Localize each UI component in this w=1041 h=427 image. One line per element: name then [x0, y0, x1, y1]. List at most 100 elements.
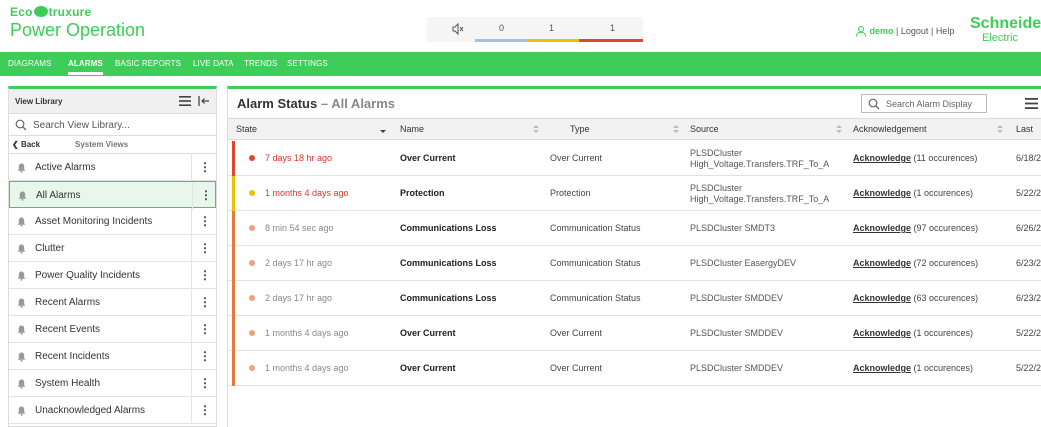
column-header-source[interactable]: Source [690, 119, 848, 139]
sort-icon[interactable] [836, 125, 842, 133]
view-item-recent-alarms[interactable]: Recent Alarms ⋮ [9, 289, 216, 316]
more-options-icon[interactable]: ⋮ [191, 262, 218, 289]
name-cell: Over Current [400, 328, 456, 338]
column-header-state[interactable]: State [236, 119, 392, 139]
view-item-label: Active Alarms [35, 162, 96, 173]
acknowledge-link[interactable]: Acknowledge [853, 223, 911, 233]
alarm-row[interactable]: 7 days 18 hr ago Over Current Over Current… [228, 141, 1041, 176]
alarm-row[interactable]: 1 months 4 days ago Over Current Over Curr… [228, 316, 1041, 351]
ecostruxure-logo[interactable]: Eco truxure Power Operation [10, 5, 145, 41]
view-item-label: Unacknowledged Alarms [35, 405, 146, 416]
nav-alarms[interactable]: ALARMS [68, 59, 103, 75]
view-library-search[interactable] [9, 114, 216, 136]
acknowledge-link[interactable]: Acknowledge [853, 328, 911, 338]
more-options-icon[interactable]: ⋮ [191, 289, 218, 316]
column-header-name[interactable]: Name [400, 119, 545, 139]
view-item-power-quality-incidents[interactable]: Power Quality Incidents ⋮ [9, 262, 216, 289]
column-header-acknowledgement[interactable]: Acknowledgement [853, 119, 1009, 139]
collapse-panel-icon[interactable] [198, 95, 210, 107]
acknowledge-link[interactable]: Acknowledge [853, 153, 911, 163]
occurrence-count: (1 occurences) [913, 328, 974, 338]
logout-link[interactable]: Logout [901, 26, 929, 36]
bell-icon [17, 217, 26, 227]
alarm-row[interactable]: 1 months 4 days ago Over Current Over Curr… [228, 351, 1041, 386]
source-cell-detail: High_Voltage.Transfers.TRF_To_A [690, 159, 830, 169]
alarm-counter[interactable]: 0 1 1 [427, 17, 643, 42]
table-header: State Name Type Source Acknowledgement L… [228, 118, 1041, 140]
column-header-type[interactable]: Type [570, 119, 685, 139]
view-item-unacknowledged-alarms[interactable]: Unacknowledged Alarms ⋮ [9, 397, 216, 424]
acknowledge-link[interactable]: Acknowledge [853, 258, 911, 268]
source-cell: PLSDCluster [690, 183, 743, 193]
severity-dot-icon [249, 155, 255, 161]
more-options-icon[interactable]: ⋮ [191, 370, 218, 397]
severity-bar [232, 316, 235, 351]
sort-icon[interactable] [380, 125, 386, 133]
view-item-recent-events[interactable]: Recent Events ⋮ [9, 316, 216, 343]
view-item-clutter[interactable]: Clutter ⋮ [9, 235, 216, 262]
nav-basic-reports[interactable]: BASIC REPORTS [115, 59, 181, 68]
more-options-icon[interactable]: ⋮ [191, 316, 218, 343]
main-nav: DIAGRAMS ALARMS BASIC REPORTS LIVE DATA … [0, 52, 1041, 76]
source-cell-detail: High_Voltage.Transfers.TRF_To_A [690, 194, 830, 204]
severity-bar [232, 211, 235, 246]
view-item-label: Clutter [35, 243, 65, 254]
more-options-icon[interactable]: ⋮ [191, 343, 218, 370]
acknowledge-link[interactable]: Acknowledge [853, 188, 911, 198]
alarm-row[interactable]: 8 min 54 sec ago Communications Loss Commu… [228, 211, 1041, 246]
alarm-row[interactable]: 1 months 4 days ago Protection Protection P… [228, 176, 1041, 211]
sort-icon[interactable] [533, 125, 539, 133]
more-options-icon[interactable]: ⋮ [191, 208, 218, 235]
nav-diagrams[interactable]: DIAGRAMS [8, 59, 51, 68]
source-cell: PLSDCluster SMDT3 [690, 223, 776, 233]
nav-live-data[interactable]: LIVE DATA [193, 59, 234, 68]
top-header: Eco truxure Power Operation 0 1 1 demo | … [0, 0, 1041, 52]
last-cell: 5/22/20 [1016, 363, 1041, 373]
view-library-search-input[interactable] [33, 117, 209, 133]
acknowledge-link[interactable]: Acknowledge [853, 363, 911, 373]
view-item-recent-incidents[interactable]: Recent Incidents ⋮ [9, 343, 216, 370]
more-options-icon[interactable]: ⋮ [191, 235, 218, 262]
type-cell: Communication Status [550, 293, 641, 303]
nav-settings[interactable]: SETTINGS [287, 59, 328, 68]
source-cell: PLSDCluster EasergyDEV [690, 258, 797, 268]
hamburger-menu-icon[interactable] [179, 96, 191, 106]
bell-icon [17, 325, 26, 335]
counter-low-bar [475, 39, 527, 42]
counter-medium: 1 [549, 23, 555, 33]
view-item-label: All Alarms [36, 190, 81, 201]
username-link[interactable]: demo [870, 26, 894, 36]
severity-dot-icon [249, 295, 255, 301]
view-list: Active Alarms ⋮ All Alarms ⋮ Asset Monitorin… [9, 154, 216, 424]
view-item-active-alarms[interactable]: Active Alarms ⋮ [9, 154, 216, 181]
view-item-label: Power Quality Incidents [35, 270, 141, 281]
acknowledge-link[interactable]: Acknowledge [853, 293, 911, 303]
sort-icon[interactable] [673, 125, 679, 133]
view-item-system-health[interactable]: System Health ⋮ [9, 370, 216, 397]
column-header-last[interactable]: Last [1016, 119, 1041, 139]
occurrence-count: (11 occurences) [913, 153, 978, 163]
help-link[interactable]: Help [936, 26, 955, 36]
alarm-search[interactable] [861, 94, 987, 113]
sort-icon[interactable] [997, 125, 1003, 133]
more-options-icon[interactable]: ⋮ [191, 154, 218, 181]
alarm-search-input[interactable] [886, 97, 984, 111]
more-options-icon[interactable]: ⋮ [192, 182, 219, 209]
back-button[interactable]: ❮ Back [12, 140, 40, 149]
view-item-asset-monitoring-incidents[interactable]: Asset Monitoring Incidents ⋮ [9, 208, 216, 235]
view-item-all-alarms[interactable]: All Alarms ⋮ [9, 181, 219, 209]
alarm-row[interactable]: 2 days 17 hr ago Communications Loss Commu… [228, 281, 1041, 316]
view-item-label: System Health [35, 378, 101, 389]
more-options-icon[interactable]: ⋮ [191, 397, 218, 424]
type-cell: Communication Status [550, 258, 641, 268]
source-cell: PLSDCluster SMDDEV [690, 328, 784, 338]
state-cell: 7 days 18 hr ago [265, 153, 333, 163]
view-library-title: View Library [15, 97, 63, 106]
last-cell: 6/26/20 [1016, 223, 1041, 233]
alarm-row[interactable]: 2 days 17 hr ago Communications Loss Commu… [228, 246, 1041, 281]
hamburger-menu-icon[interactable] [1025, 98, 1038, 109]
app-window: Eco truxure Power Operation 0 1 1 demo | … [0, 0, 1041, 427]
nav-trends[interactable]: TRENDS [244, 59, 278, 68]
muted-speaker-icon[interactable] [451, 22, 465, 36]
acknowledgement-cell: Acknowledge (1 occurences) [853, 363, 973, 373]
